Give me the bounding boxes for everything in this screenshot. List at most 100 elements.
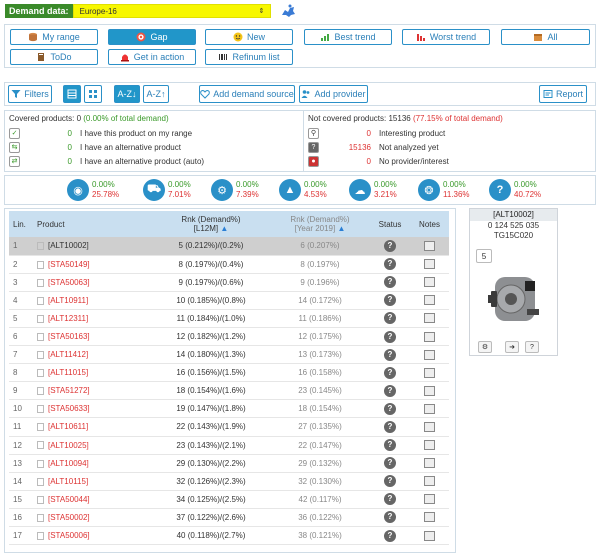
row-product[interactable]: [STA51272] <box>37 381 152 401</box>
report-button[interactable]: Report <box>539 85 587 103</box>
row-status[interactable]: ? <box>370 381 410 401</box>
row-status[interactable]: ? <box>370 436 410 455</box>
row-notes[interactable] <box>410 526 449 546</box>
row-status[interactable]: ? <box>370 472 410 491</box>
stat-vehicle[interactable]: ⛟ 0.00% 7.01% <box>143 179 191 201</box>
row-notes[interactable] <box>410 291 449 310</box>
row-status[interactable]: ? <box>370 237 410 256</box>
detail-quantity[interactable]: 5 <box>476 249 492 263</box>
row-status[interactable]: ? <box>370 255 410 274</box>
table-row[interactable]: 10 [STA50633] 19 (0.147%)/(1.8%) 18 (0.154%… <box>9 399 449 419</box>
detail-question-button[interactable]: ? <box>525 341 539 353</box>
row-status[interactable]: ? <box>370 399 410 419</box>
row-notes[interactable] <box>410 381 449 401</box>
row-status[interactable]: ? <box>370 309 410 328</box>
tab-refinum-list[interactable]: Refinum list <box>205 49 293 65</box>
table-row[interactable]: 7 [ALT11412] 14 (0.180%)/(1.3%) 13 (0.173%)… <box>9 345 449 365</box>
not-covered-row-interesting[interactable]: ⚲ 0 Interesting product <box>307 127 445 139</box>
header-lin[interactable]: Lin. <box>9 211 37 237</box>
tab-todo[interactable]: ToDo <box>10 49 98 65</box>
row-product[interactable]: [ALT10094] <box>37 454 152 473</box>
grid-view-button[interactable] <box>84 85 102 103</box>
stat-unknown[interactable]: ? 0.00% 40.72% <box>489 179 541 201</box>
row-status[interactable]: ? <box>370 363 410 383</box>
covered-row-alternative[interactable]: ⇆ 0 I have an alternative product <box>9 141 181 153</box>
sort-asc-button[interactable]: A-Z↑ <box>143 85 169 103</box>
stat-filter[interactable]: ▲ 0.00% 4.53% <box>279 179 327 201</box>
row-notes[interactable] <box>410 309 449 328</box>
row-notes[interactable] <box>410 490 449 509</box>
row-product[interactable]: [STA50002] <box>37 508 152 528</box>
row-status[interactable]: ? <box>370 291 410 310</box>
header-product[interactable]: Product <box>37 211 152 237</box>
header-rnk-2019[interactable]: Rnk (Demand%) [Year 2019] ▲ <box>270 211 370 237</box>
table-row[interactable]: 8 [ALT11015] 16 (0.156%)/(1.5%) 16 (0.158%)… <box>9 363 449 383</box>
sort-desc-button[interactable]: A-Z↓ <box>114 85 140 103</box>
row-notes[interactable] <box>410 417 449 437</box>
row-status[interactable]: ? <box>370 526 410 546</box>
row-product[interactable]: [ALT10911] <box>37 291 152 310</box>
table-row[interactable]: 11 [ALT10611] 22 (0.143%)/(1.9%) 27 (0.135%… <box>9 417 449 437</box>
row-product[interactable]: [STA50006] <box>37 526 152 546</box>
table-row[interactable]: 2 [STA50149] 8 (0.197%)/(0.4%) 8 (0.197%)? <box>9 255 449 274</box>
row-product[interactable]: [ALT11412] <box>37 345 152 365</box>
row-status[interactable]: ? <box>370 327 410 347</box>
tab-new[interactable]: New <box>205 29 293 45</box>
row-notes[interactable] <box>410 436 449 455</box>
row-product[interactable]: [STA50633] <box>37 399 152 419</box>
row-status[interactable]: ? <box>370 417 410 437</box>
row-product[interactable]: [STA50149] <box>37 255 152 274</box>
detail-tools-button[interactable]: ⚙ <box>478 341 492 353</box>
add-provider-button[interactable]: Add provider <box>299 85 368 103</box>
table-row[interactable]: 15 [STA50044] 34 (0.125%)/(2.5%) 42 (0.117%… <box>9 490 449 509</box>
row-product[interactable]: [ALT10025] <box>37 436 152 455</box>
row-product[interactable]: [ALT12311] <box>37 309 152 328</box>
row-product[interactable]: [STA50044] <box>37 490 152 509</box>
row-product[interactable]: [ALT10002] <box>37 237 152 256</box>
row-status[interactable]: ? <box>370 345 410 365</box>
add-demand-source-button[interactable]: Add demand source <box>199 85 295 103</box>
row-product[interactable]: [STA50063] <box>37 273 152 292</box>
tab-best-trend[interactable]: Best trend <box>304 29 392 45</box>
covered-row-on-range[interactable]: ✓ 0 I have this product on my range <box>9 127 192 139</box>
tab-worst-trend[interactable]: Worst trend <box>402 29 490 45</box>
table-row[interactable]: 17 [STA50006] 40 (0.118%)/(2.7%) 38 (0.121%… <box>9 526 449 546</box>
table-row[interactable]: 3 [STA50063] 9 (0.197%)/(0.6%) 9 (0.196%)? <box>9 273 449 292</box>
row-notes[interactable] <box>410 399 449 419</box>
header-status[interactable]: Status <box>370 211 410 237</box>
table-row[interactable]: 5 [ALT12311] 11 (0.184%)/(1.0%) 11 (0.186%)… <box>9 309 449 328</box>
stat-turbo[interactable]: ❂ 0.00% 11.36% <box>418 179 470 201</box>
tab-all[interactable]: All <box>501 29 590 45</box>
table-row[interactable]: 6 [STA50163] 12 (0.182%)/(1.2%) 12 (0.175%)… <box>9 327 449 347</box>
row-notes[interactable] <box>410 327 449 347</box>
table-row[interactable]: 13 [ALT10094] 29 (0.130%)/(2.2%) 29 (0.132%… <box>9 454 449 473</box>
filters-button[interactable]: Filters <box>8 85 52 103</box>
table-row[interactable]: 1 [ALT10002] 5 (0.212%)/(0.2%) 6 (0.207%)? <box>9 237 449 256</box>
row-product[interactable]: [STA50163] <box>37 327 152 347</box>
header-notes[interactable]: Notes <box>410 211 449 237</box>
row-notes[interactable] <box>410 508 449 528</box>
stat-pump[interactable]: ☁ 0.00% 3.21% <box>349 179 397 201</box>
europe-map-icon[interactable] <box>279 3 297 19</box>
tab-gap[interactable]: Gap <box>108 29 196 45</box>
row-notes[interactable] <box>410 363 449 383</box>
row-product[interactable]: [ALT10115] <box>37 472 152 491</box>
table-row[interactable]: 14 [ALT10115] 32 (0.126%)/(2.3%) 32 (0.130%… <box>9 472 449 491</box>
not-covered-row-no-provider[interactable]: ● 0 No provider/interest <box>307 155 449 167</box>
row-notes[interactable] <box>410 345 449 365</box>
header-rnk-l12m[interactable]: Rnk (Demand%) [L12M] ▲ <box>152 211 270 237</box>
table-row[interactable]: 9 [STA51272] 18 (0.154%)/(1.6%) 23 (0.145%)… <box>9 381 449 401</box>
row-notes[interactable] <box>410 255 449 274</box>
row-status[interactable]: ? <box>370 508 410 528</box>
detail-forward-button[interactable]: ➜ <box>505 341 519 353</box>
row-product[interactable]: [ALT11015] <box>37 363 152 383</box>
row-status[interactable]: ? <box>370 454 410 473</box>
row-notes[interactable] <box>410 237 449 256</box>
row-status[interactable]: ? <box>370 273 410 292</box>
list-view-button[interactable] <box>63 85 81 103</box>
table-row[interactable]: 4 [ALT10911] 10 (0.185%)/(0.8%) 14 (0.172%)… <box>9 291 449 310</box>
tab-my-range[interactable]: My range <box>10 29 98 45</box>
not-covered-row-not-analyzed[interactable]: ? 15136 Not analyzed yet <box>307 141 439 153</box>
row-status[interactable]: ? <box>370 490 410 509</box>
stat-brake[interactable]: ◉ 0.00% 25.78% <box>67 179 119 201</box>
